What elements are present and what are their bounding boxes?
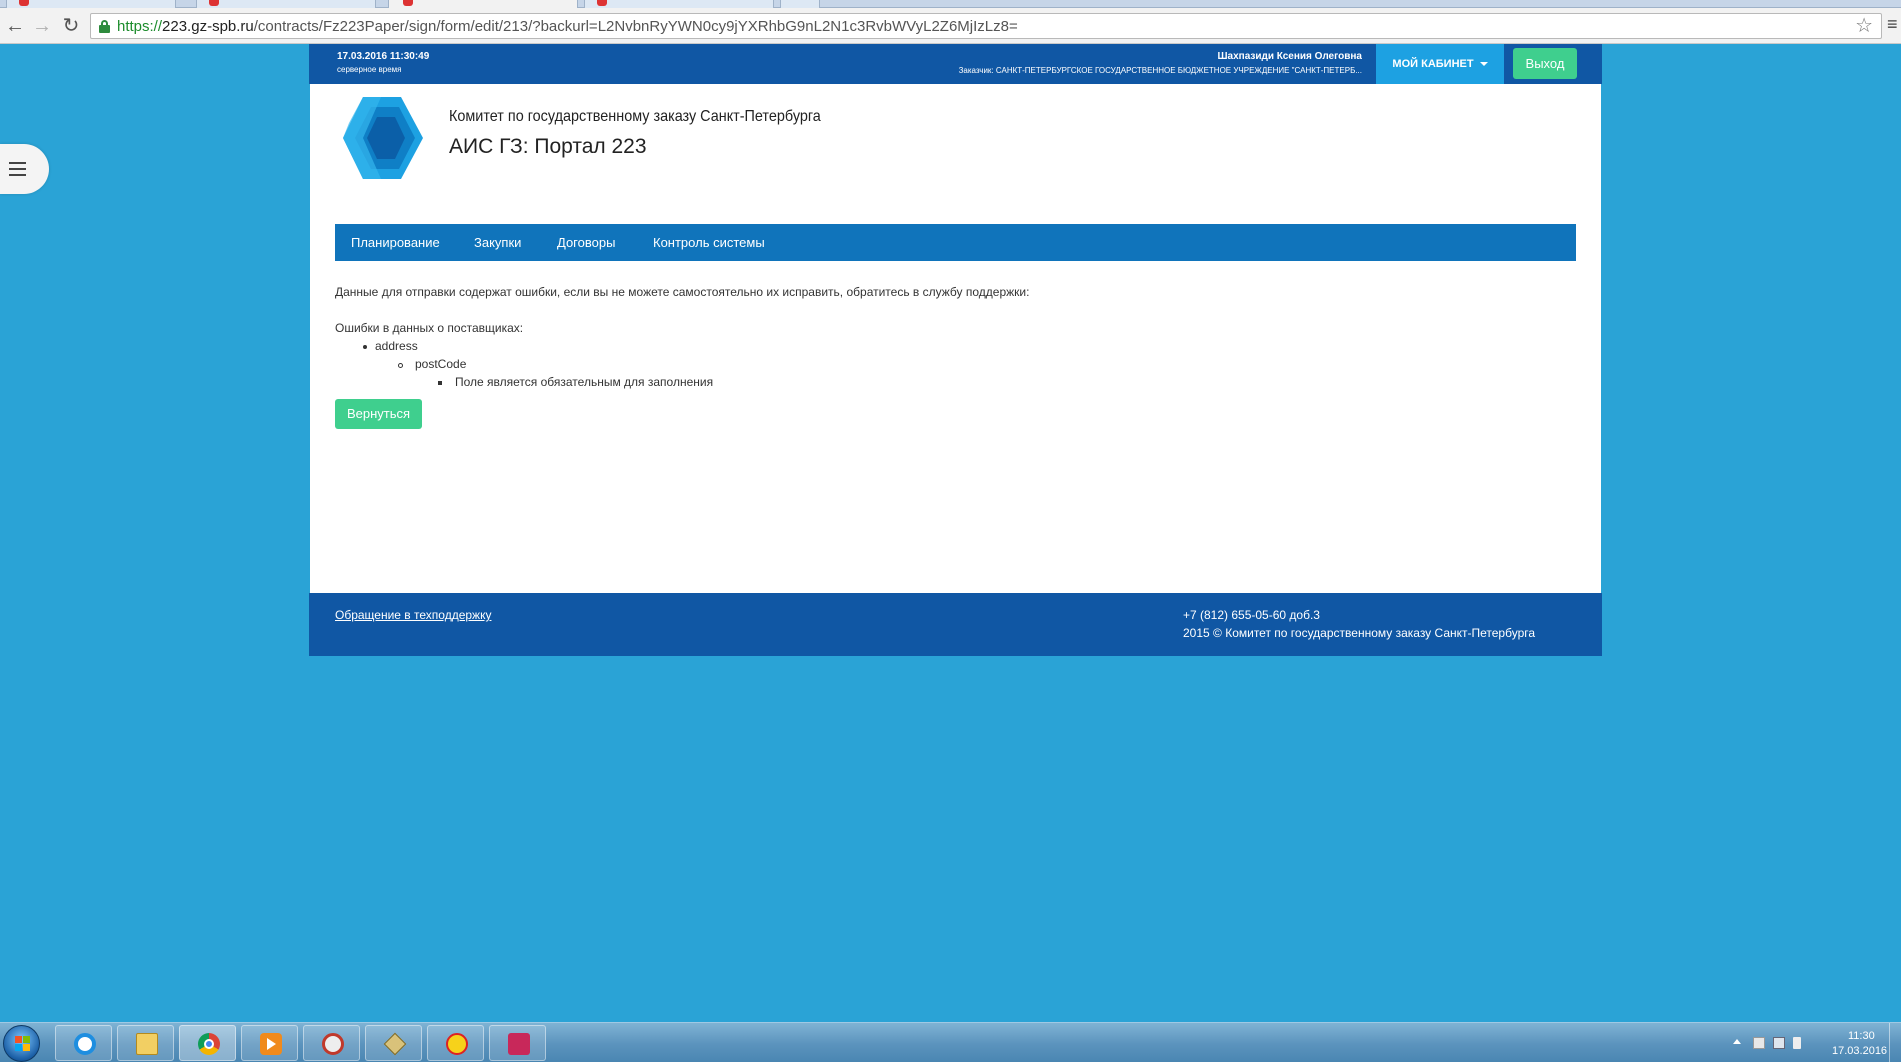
- clock-date[interactable]: 17.03.2016: [1832, 1045, 1887, 1057]
- browser-tab-active[interactable]: [388, 0, 578, 8]
- taskbar-chrome[interactable]: [179, 1025, 236, 1061]
- 1c-icon: [446, 1033, 468, 1055]
- browser-menu-icon[interactable]: ≡: [1887, 14, 1901, 38]
- favicon-icon: [403, 0, 413, 6]
- error-text: Поле является обязательным для заполнени…: [455, 375, 714, 389]
- footer: Обращение в техподдержку +7 (812) 655-05…: [309, 593, 1602, 656]
- top-bar: 17.03.2016 11:30:49 серверное время Шахп…: [309, 44, 1602, 84]
- hamburger-icon: [9, 162, 26, 180]
- reload-icon[interactable]: ↻: [59, 15, 83, 37]
- taskbar-file-explorer[interactable]: [117, 1025, 174, 1061]
- main-nav: Планирование Закупки Договоры Контроль с…: [335, 224, 1576, 261]
- bullet-circle-icon: [398, 363, 403, 368]
- internet-explorer-icon: [74, 1033, 96, 1055]
- taskbar-snipping-tool[interactable]: [303, 1025, 360, 1061]
- org-name: Комитет по государственному заказу Санкт…: [449, 108, 821, 125]
- nav-item-contracts[interactable]: Договоры: [557, 224, 615, 261]
- taskbar-key-tool[interactable]: [365, 1025, 422, 1061]
- error-message: Данные для отправки содержат ошибки, есл…: [335, 285, 1030, 299]
- browser-tabstrip: [0, 0, 1901, 8]
- windows-logo-icon: [15, 1036, 30, 1051]
- new-tab-button[interactable]: [780, 0, 820, 8]
- taskbar: 11:30 17.03.2016: [0, 1022, 1901, 1062]
- nav-item-system-control[interactable]: Контроль системы: [653, 224, 765, 261]
- taskbar-app[interactable]: [489, 1025, 546, 1061]
- media-player-icon: [260, 1033, 282, 1055]
- committee-logo-icon: [343, 97, 423, 179]
- chrome-icon: [198, 1033, 220, 1055]
- network-icon[interactable]: [1773, 1037, 1785, 1049]
- nav-item-purchases[interactable]: Закупки: [474, 224, 521, 261]
- bookmark-star-icon[interactable]: ☆: [1855, 15, 1873, 37]
- browser-tab[interactable]: [584, 0, 774, 8]
- logout-button[interactable]: Выход: [1513, 48, 1577, 79]
- browser-tab[interactable]: [196, 0, 376, 8]
- browser-toolbar: ← → ↻ https://223.gz-spb.ru/contracts/Fz…: [0, 8, 1901, 44]
- favicon-icon: [19, 0, 29, 6]
- customer-name: Заказчик: САНКТ-ПЕТЕРБУРГСКОЕ ГОСУДАРСТВ…: [958, 66, 1362, 75]
- copyright: 2015 © Комитет по государственному заказ…: [1183, 626, 1536, 640]
- tray-flag-icon[interactable]: [1753, 1037, 1765, 1049]
- scissors-icon: [322, 1033, 344, 1055]
- bullet-square-icon: [438, 381, 442, 385]
- address-bar[interactable]: https://223.gz-spb.ru/contracts/Fz223Pap…: [90, 13, 1882, 39]
- taskbar-media-player[interactable]: [241, 1025, 298, 1061]
- tray-expand-icon[interactable]: [1733, 1039, 1741, 1044]
- taskbar-1c[interactable]: [427, 1025, 484, 1061]
- server-time-caption: серверное время: [337, 65, 402, 74]
- content-panel: Комитет по государственному заказу Санкт…: [310, 84, 1601, 593]
- forward-arrow-icon[interactable]: →: [30, 15, 54, 37]
- support-phone: +7 (812) 655-05-60 доб.3: [1183, 608, 1320, 622]
- my-cabinet-label: МОЙ КАБИНЕТ: [1392, 58, 1474, 70]
- key-icon: [383, 1032, 407, 1056]
- volume-icon[interactable]: [1793, 1037, 1801, 1049]
- favicon-icon: [597, 0, 607, 6]
- error-subfield: postCode: [415, 357, 467, 371]
- app-icon: [508, 1033, 530, 1055]
- error-field: address: [375, 339, 418, 353]
- start-button[interactable]: [3, 1025, 40, 1062]
- url-path: /contracts/Fz223Paper/sign/form/edit/213…: [253, 18, 1018, 35]
- server-time: 17.03.2016 11:30:49: [337, 51, 430, 62]
- my-cabinet-button[interactable]: МОЙ КАБИНЕТ: [1376, 44, 1504, 84]
- back-arrow-icon[interactable]: ←: [3, 15, 27, 37]
- lock-icon: [99, 20, 110, 33]
- show-desktop-button[interactable]: [1889, 1023, 1901, 1062]
- sidebar-toggle-button[interactable]: [0, 144, 49, 194]
- errors-title: Ошибки в данных о поставщиках:: [335, 321, 524, 335]
- user-name: Шахпазиди Ксения Олеговна: [1217, 51, 1362, 62]
- nav-item-planning[interactable]: Планирование: [351, 224, 440, 261]
- support-link[interactable]: Обращение в техподдержку: [335, 608, 491, 622]
- taskbar-internet-explorer[interactable]: [55, 1025, 112, 1061]
- back-button[interactable]: Вернуться: [335, 399, 422, 429]
- bullet-disc-icon: [363, 345, 367, 349]
- browser-tab[interactable]: [6, 0, 176, 8]
- url-host: 223.gz-spb.ru: [162, 18, 254, 35]
- caret-down-icon: [1479, 62, 1488, 67]
- file-explorer-icon: [136, 1033, 158, 1055]
- address-url: https://223.gz-spb.ru/contracts/Fz223Pap…: [117, 18, 1018, 35]
- portal-name: АИС ГЗ: Портал 223: [449, 135, 647, 158]
- portal-page: 17.03.2016 11:30:49 серверное время Шахп…: [309, 44, 1602, 656]
- url-scheme: https://: [117, 18, 163, 35]
- favicon-icon: [209, 0, 219, 6]
- clock-time[interactable]: 11:30: [1848, 1030, 1875, 1042]
